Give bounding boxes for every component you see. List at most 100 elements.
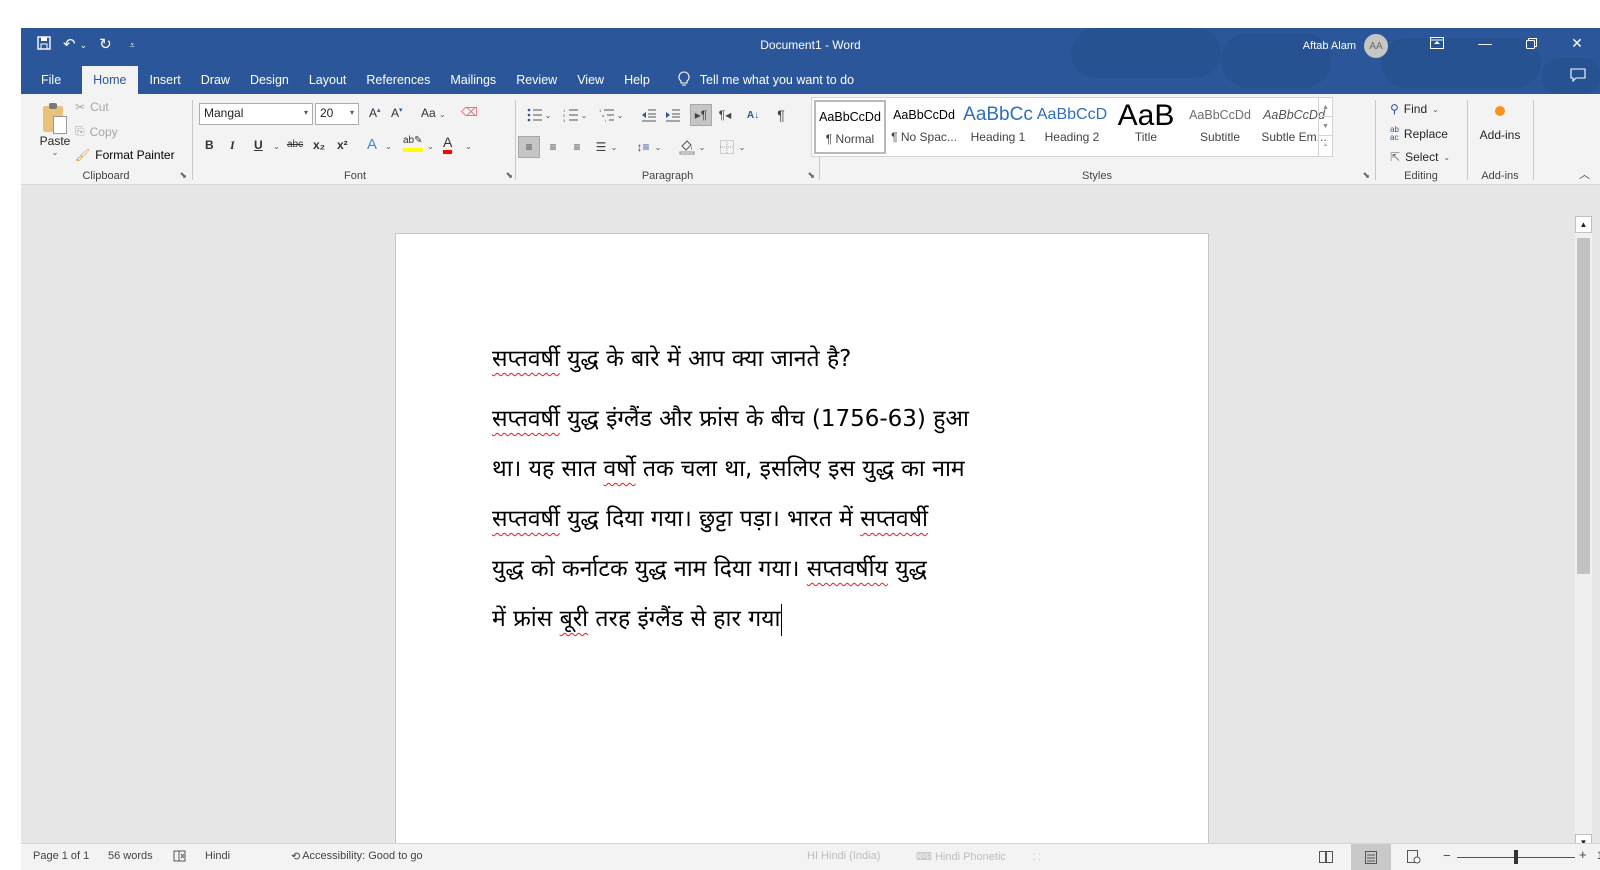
font-dialog-launcher-icon[interactable]: ⬊ <box>505 170 513 181</box>
replace-button[interactable]: ab ac Replace <box>1390 126 1448 142</box>
avatar[interactable]: AA <box>1364 34 1388 58</box>
ribbon-tabs: File Home Insert Draw Design Layout Refe… <box>21 64 854 94</box>
line-spacing-button[interactable]: ↕≡ <box>632 136 654 158</box>
tab-design[interactable]: Design <box>240 66 299 94</box>
underline-dropdown-icon[interactable]: ⌄ <box>273 142 280 151</box>
vertical-scrollbar[interactable]: ▲ ▼ <box>1575 216 1592 851</box>
account-area[interactable]: Aftab Alam AA <box>1303 34 1388 58</box>
accessibility-checker[interactable]: ⟲ Accessibility: Good to go <box>291 850 423 863</box>
addins-button[interactable]: Add-ins <box>1468 106 1532 142</box>
highlight-dropdown-icon[interactable]: ⌄ <box>427 142 434 151</box>
tab-file[interactable]: File <box>21 66 80 94</box>
font-color-button[interactable]: A <box>443 135 453 154</box>
tab-help[interactable]: Help <box>614 66 660 94</box>
font-name-combobox[interactable]: Mangal ▾ <box>199 103 313 125</box>
underline-button[interactable]: U <box>254 138 263 152</box>
zoom-in-button[interactable]: + <box>1579 847 1587 862</box>
comments-icon[interactable] <box>1570 68 1586 86</box>
multilevel-dropdown-icon[interactable]: ⌄ <box>614 104 626 126</box>
grow-font-button[interactable]: A▴ <box>369 106 381 120</box>
window-controls: — ✕ <box>1414 28 1600 58</box>
select-dropdown-icon[interactable]: ⌄ <box>1443 153 1450 162</box>
line-spacing-dropdown-icon[interactable]: ⌄ <box>652 136 664 158</box>
select-button[interactable]: ⇱ Select ⌄ <box>1390 150 1450 164</box>
zoom-out-button[interactable]: − <box>1443 848 1451 863</box>
zoom-slider-handle[interactable] <box>1514 850 1518 864</box>
close-icon[interactable]: ✕ <box>1554 28 1600 58</box>
copy-button[interactable]: ⎘ Copy <box>75 124 118 139</box>
font-size-combobox[interactable]: 20 ▾ <box>315 103 359 125</box>
collapse-ribbon-icon[interactable]: ︿ <box>1579 166 1590 182</box>
document-page[interactable]: सप्तवर्षी युद्ध के बारे में आप क्या जानत… <box>395 233 1209 870</box>
font-size-dropdown-icon[interactable]: ▾ <box>350 108 354 117</box>
print-layout-button[interactable] <box>1351 844 1391 870</box>
change-case-button[interactable]: Aa ⌄ <box>421 106 446 120</box>
read-mode-button[interactable] <box>1306 844 1346 870</box>
text-effects-button[interactable]: A <box>367 136 377 153</box>
text-effects-dropdown-icon[interactable]: ⌄ <box>385 142 392 151</box>
scroll-thumb[interactable] <box>1577 238 1590 574</box>
bold-button[interactable]: B <box>205 138 214 152</box>
title-bar: ↶ ⌄ ↻ ⩡ Document1 - Word Aftab Alam AA —… <box>21 28 1600 94</box>
tab-mailings[interactable]: Mailings <box>440 66 506 94</box>
tab-layout[interactable]: Layout <box>299 66 357 94</box>
find-dropdown-icon[interactable]: ⌄ <box>1432 105 1439 114</box>
scroll-up-icon[interactable]: ▲ <box>1575 216 1592 233</box>
justify-dropdown-icon[interactable]: ⌄ <box>608 136 620 158</box>
superscript-button[interactable]: x² <box>337 138 348 152</box>
tab-home[interactable]: Home <box>82 66 138 94</box>
styles-dialog-launcher-icon[interactable]: ⬊ <box>1362 170 1370 181</box>
proofing-icon[interactable] <box>173 850 186 865</box>
strikethrough-button[interactable]: abc <box>287 139 303 150</box>
italic-button[interactable]: I <box>230 138 235 153</box>
tab-review[interactable]: Review <box>506 66 567 94</box>
tab-references[interactable]: References <box>356 66 440 94</box>
align-left-button[interactable]: ≡ <box>518 136 540 158</box>
paste-button[interactable]: Paste ⌄ <box>37 100 73 157</box>
align-center-button[interactable]: ≡ <box>542 136 564 158</box>
shrink-font-button[interactable]: A▾ <box>391 106 403 120</box>
paragraph-dialog-launcher-icon[interactable]: ⬊ <box>807 170 815 181</box>
bullets-dropdown-icon[interactable]: ⌄ <box>542 104 554 126</box>
tab-draw[interactable]: Draw <box>191 66 240 94</box>
tell-me-text: Tell me what you want to do <box>699 73 855 87</box>
clear-formatting-icon[interactable]: ⌫ <box>461 105 478 119</box>
clipboard-dialog-launcher-icon[interactable]: ⬊ <box>179 170 187 181</box>
subscript-button[interactable]: x₂ <box>313 138 325 152</box>
find-button[interactable]: ⚲ Find ⌄ <box>1390 102 1439 116</box>
font-color-dropdown-icon[interactable]: ⌄ <box>465 142 472 151</box>
numbering-dropdown-icon[interactable]: ⌄ <box>578 104 590 126</box>
highlight-button[interactable]: ab✎ <box>403 134 423 152</box>
tab-insert[interactable]: Insert <box>140 66 191 94</box>
font-name-dropdown-icon[interactable]: ▾ <box>304 108 308 117</box>
rtl-direction-button[interactable]: ¶◂ <box>714 104 736 126</box>
misspelled-word: सप्तवर्षी <box>860 506 928 532</box>
shading-button[interactable] <box>676 136 698 158</box>
cut-button[interactable]: ✂ Cut <box>75 100 109 114</box>
sort-button[interactable]: A↓ <box>742 104 764 126</box>
misspelled-word: सप्तवर्षीय <box>806 556 888 582</box>
word-count[interactable]: 56 words <box>108 850 153 862</box>
ribbon-display-options-icon[interactable] <box>1414 28 1460 58</box>
page-count[interactable]: Page 1 of 1 <box>33 850 89 862</box>
document-body[interactable]: सप्तवर्षी युद्ध के बारे में आप क्या जानत… <box>492 334 1102 644</box>
clipboard-group: Paste ⌄ ✂ Cut ⎘ Copy 🖌 Format Painter Cl… <box>21 98 191 182</box>
shading-dropdown-icon[interactable]: ⌄ <box>696 136 708 158</box>
minimize-icon[interactable]: — <box>1462 28 1508 58</box>
copy-label: Copy <box>89 124 118 139</box>
web-layout-button[interactable] <box>1394 844 1434 870</box>
tab-view[interactable]: View <box>567 66 614 94</box>
decrease-indent-button[interactable] <box>638 104 660 126</box>
borders-dropdown-icon[interactable]: ⌄ <box>736 136 748 158</box>
format-painter-button[interactable]: 🖌 Format Painter <box>75 148 175 162</box>
language-indicator[interactable]: Hindi <box>205 850 230 862</box>
paste-dropdown-icon[interactable]: ⌄ <box>37 148 73 157</box>
tell-me-search[interactable]: Tell me what you want to do <box>678 66 854 94</box>
ltr-direction-button[interactable]: ▸¶ <box>690 104 712 126</box>
show-formatting-marks-button[interactable]: ¶ <box>770 104 792 126</box>
borders-button[interactable] <box>716 136 738 158</box>
restore-icon[interactable] <box>1508 28 1554 58</box>
align-right-button[interactable]: ≡ <box>566 136 588 158</box>
increase-indent-button[interactable] <box>662 104 684 126</box>
word-window: ↶ ⌄ ↻ ⩡ Document1 - Word Aftab Alam AA —… <box>21 28 1600 870</box>
